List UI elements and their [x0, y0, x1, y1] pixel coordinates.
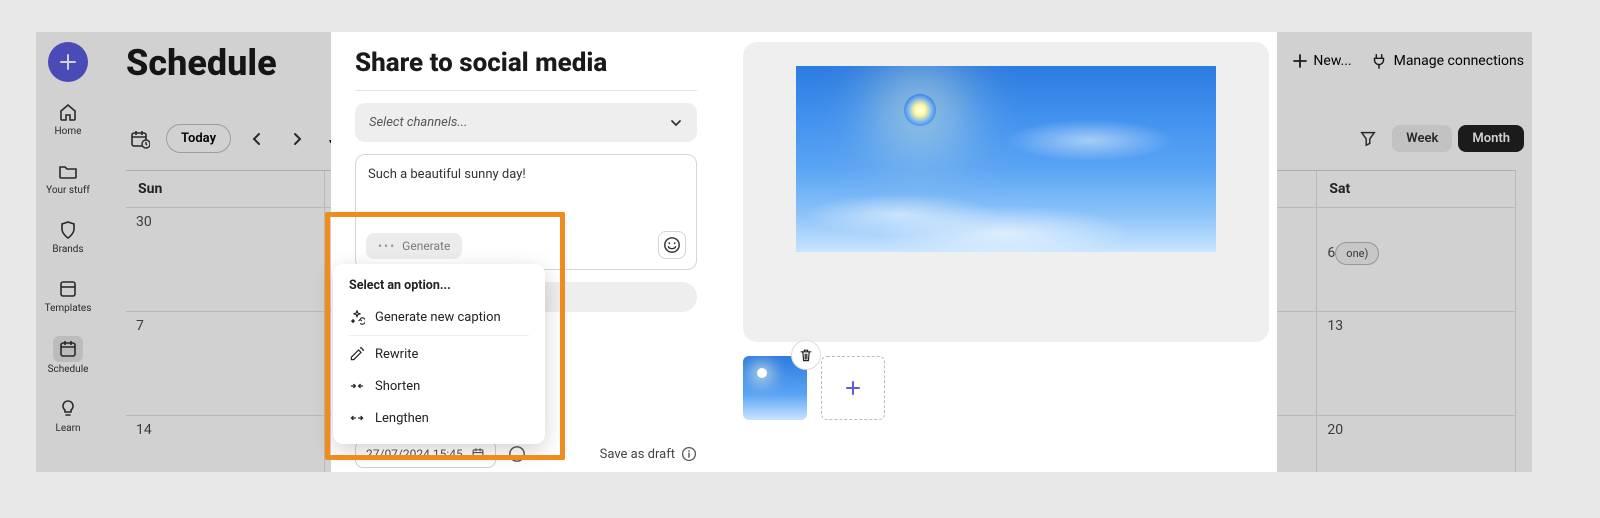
- calendar-icon: [471, 447, 485, 461]
- menu-item-label: Generate new caption: [375, 310, 501, 325]
- calendar-cell[interactable]: 30: [126, 208, 325, 312]
- today-button[interactable]: Today: [166, 124, 231, 153]
- event-chip[interactable]: one): [1335, 242, 1379, 265]
- trash-icon: [798, 347, 814, 363]
- sidebar-item-templates[interactable]: Templates: [38, 273, 98, 318]
- save-draft-label[interactable]: Save as draft: [600, 447, 675, 462]
- manage-label: Manage connections: [1394, 53, 1524, 69]
- pencil-icon: [349, 346, 365, 362]
- sidebar-item-brands[interactable]: Brands: [38, 214, 98, 259]
- lengthen-icon: [349, 410, 365, 426]
- sidebar-item-schedule[interactable]: Schedule: [38, 332, 98, 379]
- generate-label: Generate: [402, 239, 450, 253]
- shield-icon: [56, 218, 80, 242]
- calendar-cell[interactable]: 20: [1317, 416, 1516, 472]
- new-label: New...: [1313, 53, 1351, 69]
- view-week-button[interactable]: Week: [1392, 125, 1452, 152]
- lightbulb-icon: [56, 397, 80, 421]
- chevron-down-icon: [669, 116, 683, 130]
- dots-icon: •••: [378, 239, 396, 253]
- calendar-cell[interactable]: 13: [1317, 312, 1516, 416]
- menu-item-rewrite[interactable]: Rewrite: [339, 338, 539, 370]
- filter-icon[interactable]: [1354, 124, 1382, 152]
- menu-item-label: Rewrite: [375, 347, 418, 362]
- divider: [349, 335, 529, 336]
- prev-icon[interactable]: [243, 125, 271, 153]
- day-header: Sun: [126, 171, 325, 208]
- emoji-button[interactable]: [658, 231, 686, 259]
- menu-title: Select an option...: [339, 274, 539, 301]
- menu-item-label: Shorten: [375, 379, 420, 394]
- share-modal: Share to social media Select channels...…: [331, 32, 1277, 472]
- shorten-icon: [349, 378, 365, 394]
- date-value: 27/07/2024 15:45: [366, 447, 463, 461]
- view-month-button[interactable]: Month: [1458, 125, 1524, 152]
- channel-placeholder: Select channels...: [369, 115, 467, 130]
- smile-icon: [663, 236, 681, 254]
- calendar-toolbar: Today July: [126, 124, 363, 153]
- view-toggle: Week Month: [1354, 124, 1524, 152]
- add-media-button[interactable]: [821, 356, 885, 420]
- sidebar-item-learn[interactable]: Learn: [38, 393, 98, 438]
- sparkle-icon: [349, 309, 365, 325]
- channel-select[interactable]: Select channels...: [355, 103, 697, 142]
- divider: [355, 90, 697, 91]
- date-input[interactable]: 27/07/2024 15:45: [355, 440, 496, 468]
- create-button[interactable]: [48, 42, 88, 82]
- plus-icon: [59, 53, 77, 71]
- menu-item-generate-new[interactable]: Generate new caption: [339, 301, 539, 333]
- circle-icon: [508, 445, 526, 463]
- sidebar-item-your-stuff[interactable]: Your stuff: [38, 155, 98, 200]
- modal-title: Share to social media: [355, 48, 697, 78]
- chip-placeholder[interactable]: [531, 282, 697, 312]
- generate-button[interactable]: ••• Generate: [366, 233, 462, 259]
- calendar-icon: [53, 336, 83, 362]
- sidebar-item-label: Schedule: [48, 364, 89, 375]
- thumbnail-row: [743, 356, 1269, 420]
- top-right-actions: New... Manage connections: [1293, 52, 1524, 70]
- sidebar-item-label: Templates: [45, 303, 92, 314]
- sidebar-item-label: Brands: [52, 244, 83, 255]
- folder-icon: [56, 159, 80, 183]
- preview-image: [796, 66, 1216, 252]
- plug-icon: [1370, 52, 1388, 70]
- sidebar-item-home[interactable]: Home: [38, 96, 98, 141]
- plus-icon: [845, 380, 861, 396]
- sidebar-item-label: Learn: [55, 423, 80, 434]
- home-icon: [56, 100, 80, 124]
- menu-item-label: Lengthen: [375, 411, 429, 426]
- menu-item-lengthen[interactable]: Lengthen: [339, 402, 539, 434]
- menu-item-shorten[interactable]: Shorten: [339, 370, 539, 402]
- calendar-picker-icon[interactable]: [126, 125, 154, 153]
- delete-button[interactable]: [791, 340, 821, 370]
- schedule-row: 27/07/2024 15:45 Save as draft: [355, 440, 697, 472]
- calendar-cell[interactable]: 14: [126, 416, 325, 472]
- generate-menu: Select an option... Generate new caption…: [333, 264, 545, 444]
- caption-textarea[interactable]: [368, 167, 684, 197]
- sidebar: Home Your stuff Brands Templates Schedul…: [36, 32, 100, 472]
- new-button[interactable]: New...: [1293, 53, 1351, 69]
- caption-input-box: ••• Generate: [355, 154, 697, 270]
- plus-icon: [1293, 54, 1307, 68]
- manage-connections-button[interactable]: Manage connections: [1370, 52, 1524, 70]
- info-icon[interactable]: [681, 446, 697, 462]
- calendar-cell[interactable]: 6one): [1317, 208, 1516, 312]
- sidebar-item-label: Your stuff: [46, 185, 90, 196]
- day-header: Sat: [1317, 171, 1516, 208]
- next-icon[interactable]: [283, 125, 311, 153]
- sidebar-item-label: Home: [55, 126, 82, 137]
- calendar-cell[interactable]: 7: [126, 312, 325, 416]
- page-title: Schedule: [126, 42, 277, 84]
- templates-icon: [56, 277, 80, 301]
- image-preview: [743, 42, 1269, 342]
